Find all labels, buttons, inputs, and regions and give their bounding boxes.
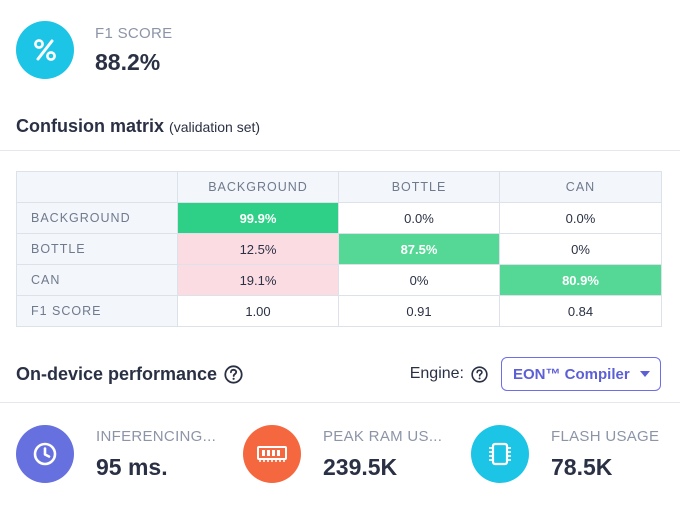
peak-ram-metric: PEAK RAM US... 239.5K (243, 422, 442, 486)
inferencing-value: 95 ms. (96, 453, 168, 480)
column-header-can: CAN (499, 171, 662, 203)
confusion-matrix-heading: Confusion matrix (16, 116, 165, 136)
divider (0, 150, 680, 151)
matrix-cell: 12.5% (177, 233, 339, 265)
clock-icon (16, 425, 74, 483)
divider (0, 402, 680, 403)
row-header-bottle: BOTTLE (16, 233, 178, 265)
matrix-cell: 0.0% (499, 202, 662, 234)
f1-score-value: 88.2% (95, 48, 161, 75)
flash-usage-metric: FLASH USAGE 78.5K (471, 422, 659, 486)
f1-score-label: F1 SCORE (95, 24, 173, 42)
matrix-cell: 0% (338, 264, 500, 296)
inferencing-time-metric: INFERENCING... 95 ms. (16, 422, 216, 486)
table-corner-cell (16, 171, 178, 203)
performance-header: On-device performance Engine: EON™ Compi… (16, 357, 661, 391)
engine-label: Engine: (409, 365, 464, 382)
table-row: F1 SCORE 1.00 0.91 0.84 (16, 295, 662, 327)
peak-ram-value: 239.5K (323, 453, 398, 480)
matrix-cell: 99.9% (177, 202, 339, 234)
confusion-matrix-title: Confusion matrix (validation set) (16, 116, 260, 137)
memory-icon (243, 425, 301, 483)
caret-down-icon (640, 371, 650, 377)
performance-heading: On-device performance (16, 363, 218, 384)
flash-usage-value: 78.5K (551, 453, 613, 480)
engine-dropdown-value: EON™ Compiler (513, 365, 630, 383)
engine-dropdown[interactable]: EON™ Compiler (501, 357, 661, 391)
column-header-background: BACKGROUND (177, 171, 339, 203)
confusion-matrix-table: BACKGROUND BOTTLE CAN BACKGROUND 99.9% 0… (16, 171, 662, 327)
matrix-cell: 0% (499, 233, 662, 265)
confusion-matrix-subtitle: (validation set) (169, 119, 261, 135)
chip-icon (471, 425, 529, 483)
matrix-cell: 87.5% (338, 233, 500, 265)
f1-cell: 0.84 (499, 295, 662, 327)
engine-selector-group: Engine: EON™ Compiler (410, 357, 661, 391)
help-icon[interactable] (224, 364, 243, 384)
f1-score-summary: F1 SCORE 88.2% (16, 20, 172, 80)
flash-usage-label: FLASH USAGE (551, 427, 660, 445)
percent-icon (16, 21, 74, 79)
row-header-f1-score: F1 SCORE (16, 295, 178, 327)
f1-cell: 1.00 (177, 295, 339, 327)
table-row: BOTTLE 12.5% 87.5% 0% (16, 233, 662, 265)
f1-cell: 0.91 (338, 295, 500, 327)
row-header-background: BACKGROUND (16, 202, 178, 234)
row-header-can: CAN (16, 264, 178, 296)
peak-ram-label: PEAK RAM US... (323, 427, 443, 445)
table-row: CAN 19.1% 0% 80.9% (16, 264, 662, 296)
table-header-row: BACKGROUND BOTTLE CAN (16, 171, 662, 203)
table-row: BACKGROUND 99.9% 0.0% 0.0% (16, 202, 662, 234)
matrix-cell: 19.1% (177, 264, 339, 296)
performance-title: On-device performance (16, 364, 243, 385)
matrix-cell: 0.0% (338, 202, 500, 234)
column-header-bottle: BOTTLE (338, 171, 500, 203)
matrix-cell: 80.9% (499, 264, 662, 296)
engine-help-icon[interactable] (471, 365, 488, 383)
inferencing-label: INFERENCING... (96, 427, 217, 445)
